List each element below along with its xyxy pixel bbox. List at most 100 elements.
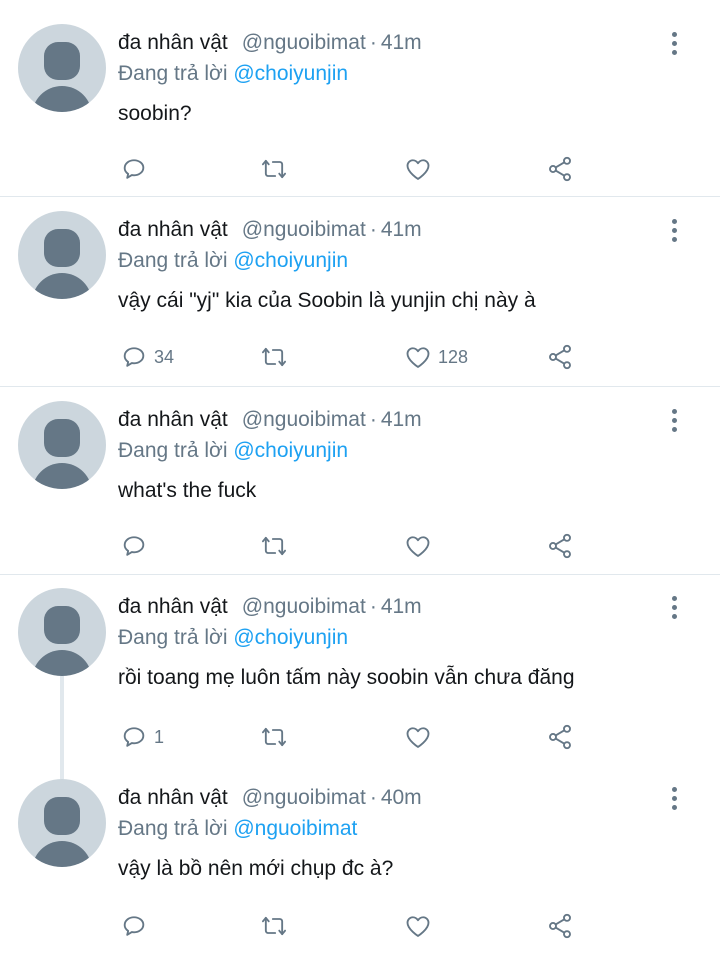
user-handle[interactable]: @nguoibimat: [242, 31, 366, 55]
reply-icon: [123, 159, 145, 179]
replying-prefix: Đang trả lời: [118, 249, 228, 272]
tweet-text: what's the fuck: [118, 479, 257, 502]
tweet-header: đa nhân vật @nguoibimat · 40m: [118, 783, 422, 813]
reply-button[interactable]: [120, 529, 154, 563]
tweet-actions: [118, 909, 588, 943]
heart-icon: [406, 159, 430, 180]
mention-link[interactable]: @choiyunjin: [233, 62, 348, 85]
avatar[interactable]: [18, 401, 106, 489]
tweet-actions: [118, 152, 588, 186]
share-button[interactable]: [546, 909, 574, 943]
tweet-actions: 1: [118, 720, 588, 754]
tweet-header: đa nhân vật @nguoibimat · 41m: [118, 405, 422, 435]
avatar[interactable]: [18, 211, 106, 299]
avatar[interactable]: [18, 779, 106, 867]
reply-button[interactable]: 34: [120, 340, 174, 374]
reply-count: 1: [154, 726, 165, 747]
share-icon: [549, 724, 571, 750]
heart-icon: [406, 536, 430, 557]
share-icon: [549, 533, 571, 559]
reply-icon: [123, 916, 145, 936]
separator: ·: [369, 786, 377, 809]
replying-prefix: Đang trả lời: [118, 439, 228, 462]
user-handle[interactable]: @nguoibimat: [242, 408, 366, 432]
mention-link[interactable]: @choiyunjin: [233, 626, 348, 649]
share-icon: [549, 913, 571, 939]
display-name[interactable]: đa nhân vật: [118, 218, 228, 242]
heart-icon: [406, 727, 430, 748]
mention-link[interactable]: @nguoibimat: [233, 817, 357, 840]
retweet-button[interactable]: [260, 529, 294, 563]
display-name[interactable]: đa nhân vật: [118, 595, 228, 619]
replying-prefix: Đang trả lời: [118, 626, 228, 649]
replying-prefix: Đang trả lời: [118, 62, 228, 85]
avatar[interactable]: [18, 588, 106, 676]
separator: ·: [369, 595, 377, 618]
share-button[interactable]: [546, 720, 574, 754]
retweet-button[interactable]: [260, 720, 294, 754]
like-button[interactable]: [404, 152, 438, 186]
timestamp[interactable]: 41m: [381, 408, 422, 432]
like-button[interactable]: [404, 909, 438, 943]
more-vertical-icon[interactable]: [664, 592, 684, 622]
replying-to: Đang trả lời @choiyunjin: [118, 62, 348, 86]
more-vertical-icon[interactable]: [664, 28, 684, 58]
tweet-item[interactable]: đa nhân vật @nguoibimat · 41m Đang trả l…: [0, 401, 720, 565]
timestamp[interactable]: 40m: [381, 786, 422, 810]
share-icon: [549, 156, 571, 182]
tweet-text: soobin?: [118, 102, 192, 125]
replying-to: Đang trả lời @choiyunjin: [118, 626, 348, 650]
tweet-item[interactable]: đa nhân vật @nguoibimat · 40m Đang trả l…: [0, 779, 720, 948]
reply-button[interactable]: [120, 909, 154, 943]
reply-icon: [123, 347, 145, 367]
tweet-item[interactable]: đa nhân vật @nguoibimat · 41m Đang trả l…: [0, 588, 720, 757]
share-button[interactable]: [546, 152, 574, 186]
tweet-item[interactable]: đa nhân vật @nguoibimat · 41m Đang trả l…: [0, 211, 720, 375]
tweet-text: rồi toang mẹ luôn tấm này soobin vẫn chư…: [118, 666, 575, 689]
tweet-text: vậy là bồ nên mới chụp đc à?: [118, 857, 394, 880]
tweet-actions: 34 128: [118, 340, 588, 374]
more-vertical-icon[interactable]: [664, 215, 684, 245]
tweet-header: đa nhân vật @nguoibimat · 41m: [118, 592, 422, 622]
like-button[interactable]: [404, 529, 438, 563]
user-handle[interactable]: @nguoibimat: [242, 595, 366, 619]
separator: ·: [369, 218, 377, 241]
tweet-actions: [118, 529, 588, 563]
reply-icon: [123, 536, 145, 556]
more-vertical-icon[interactable]: [664, 405, 684, 435]
timestamp[interactable]: 41m: [381, 31, 422, 55]
user-handle[interactable]: @nguoibimat: [242, 218, 366, 242]
display-name[interactable]: đa nhân vật: [118, 31, 228, 55]
timestamp[interactable]: 41m: [381, 218, 422, 242]
display-name[interactable]: đa nhân vật: [118, 408, 228, 432]
share-button[interactable]: [546, 529, 574, 563]
replying-to: Đang trả lời @nguoibimat: [118, 817, 357, 841]
tweet-divider: [0, 196, 720, 197]
user-handle[interactable]: @nguoibimat: [242, 786, 366, 810]
share-icon: [549, 344, 571, 370]
reply-count: 34: [154, 346, 175, 367]
retweet-icon: [261, 916, 287, 936]
heart-icon: [406, 916, 430, 937]
more-vertical-icon[interactable]: [664, 783, 684, 813]
mention-link[interactable]: @choiyunjin: [233, 249, 348, 272]
share-button[interactable]: [546, 340, 574, 374]
retweet-button[interactable]: [260, 909, 294, 943]
tweet-header: đa nhân vật @nguoibimat · 41m: [118, 215, 422, 245]
display-name[interactable]: đa nhân vật: [118, 786, 228, 810]
retweet-button[interactable]: [260, 152, 294, 186]
avatar[interactable]: [18, 24, 106, 112]
reply-button[interactable]: 1: [120, 720, 164, 754]
retweet-icon: [261, 347, 287, 367]
heart-icon: [406, 347, 430, 368]
like-button[interactable]: 128: [404, 340, 468, 374]
separator: ·: [369, 31, 377, 54]
like-button[interactable]: [404, 720, 438, 754]
like-count: 128: [438, 346, 469, 367]
timestamp[interactable]: 41m: [381, 595, 422, 619]
reply-button[interactable]: [120, 152, 154, 186]
mention-link[interactable]: @choiyunjin: [233, 439, 348, 462]
retweet-button[interactable]: [260, 340, 294, 374]
replying-prefix: Đang trả lời: [118, 817, 228, 840]
tweet-item[interactable]: đa nhân vật @nguoibimat · 41m Đang trả l…: [0, 24, 720, 188]
